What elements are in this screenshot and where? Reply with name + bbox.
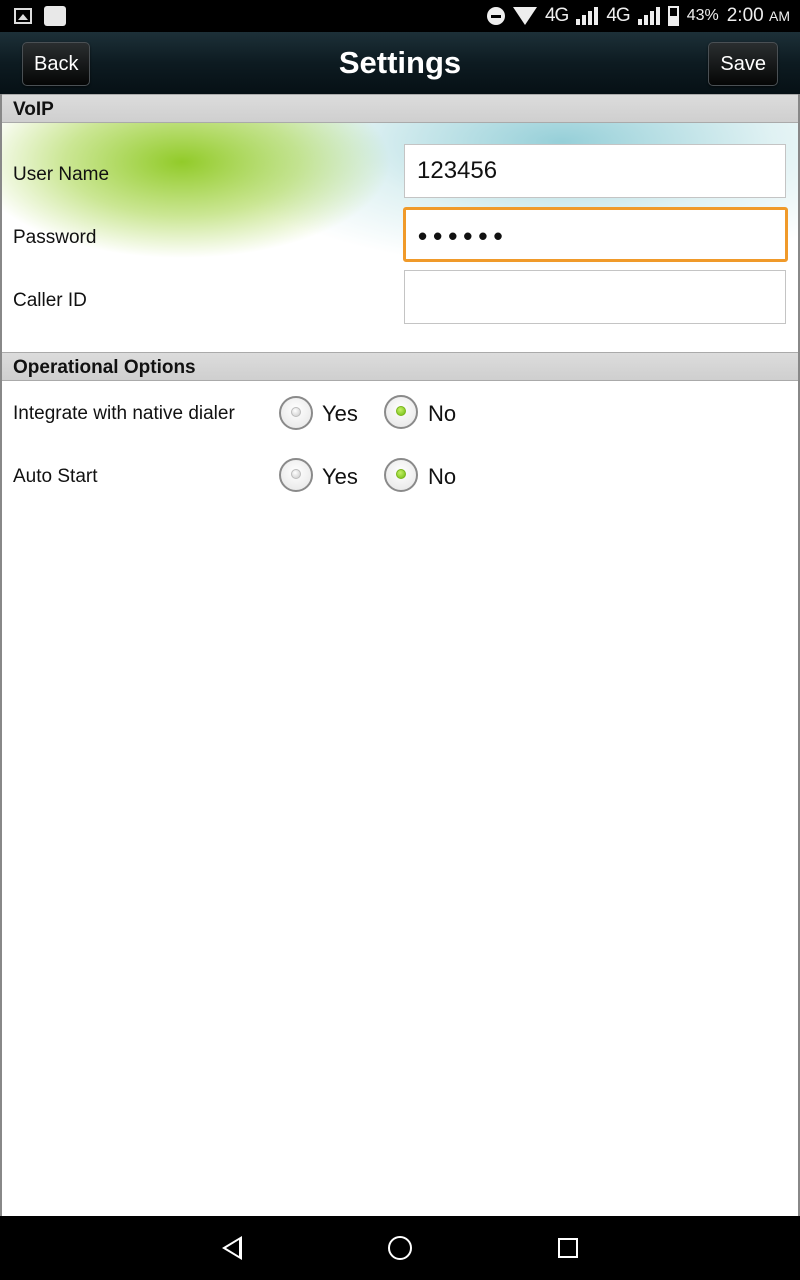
caller-id-input[interactable] [404,270,786,324]
integrate-dialer-no-label: No [428,401,457,426]
password-value: •••••• [418,221,509,251]
network-type-1: 4G [544,5,569,26]
clock-time: 2:00 [726,5,764,26]
password-label: Password [13,227,97,248]
settings-content: VoIP User Name 123456 Password •••••• Ca… [0,94,800,1216]
auto-start-yes-label: Yes [322,464,358,489]
integrate-dialer-label: Integrate with native dialer [13,403,235,424]
title-bar: Settings Back Save [0,32,800,94]
battery-percent: 43% [686,7,719,24]
auto-start-label: Auto Start [13,466,98,487]
auto-start-yes-radio[interactable] [279,458,313,492]
nav-recents-icon[interactable] [558,1238,578,1258]
integrate-dialer-yes-label: Yes [322,401,358,426]
status-bar: 4G 4G 43% 2:00 AM [0,0,800,32]
page-title: Settings [338,45,462,80]
save-button[interactable]: Save [708,42,778,86]
navigation-bar [0,1216,800,1280]
clock: 2:00 AM [727,5,790,27]
caller-id-label: Caller ID [13,290,87,311]
password-input[interactable]: •••••• [403,207,788,262]
section-header-operational: Operational Options [2,352,798,381]
battery-icon [667,6,679,26]
back-button[interactable]: Back [22,42,91,86]
signal-icon [576,7,599,25]
integrate-dialer-yes-radio[interactable] [279,396,313,430]
square-app-icon [44,6,66,26]
auto-start-no-radio[interactable] [384,458,418,492]
do-not-disturb-icon [486,7,505,25]
nav-back-icon[interactable] [222,1236,242,1260]
wifi-icon [512,7,537,25]
network-type-2: 4G [606,5,630,26]
user-name-input[interactable]: 123456 [404,144,786,198]
section-header-voip: VoIP [2,94,798,123]
image-icon [14,8,32,24]
signal-icon [637,7,660,25]
integrate-dialer-no-radio[interactable] [384,395,418,429]
nav-home-icon[interactable] [388,1236,412,1260]
user-name-label: User Name [13,164,110,185]
clock-ampm: AM [769,8,790,24]
auto-start-no-label: No [428,464,457,489]
